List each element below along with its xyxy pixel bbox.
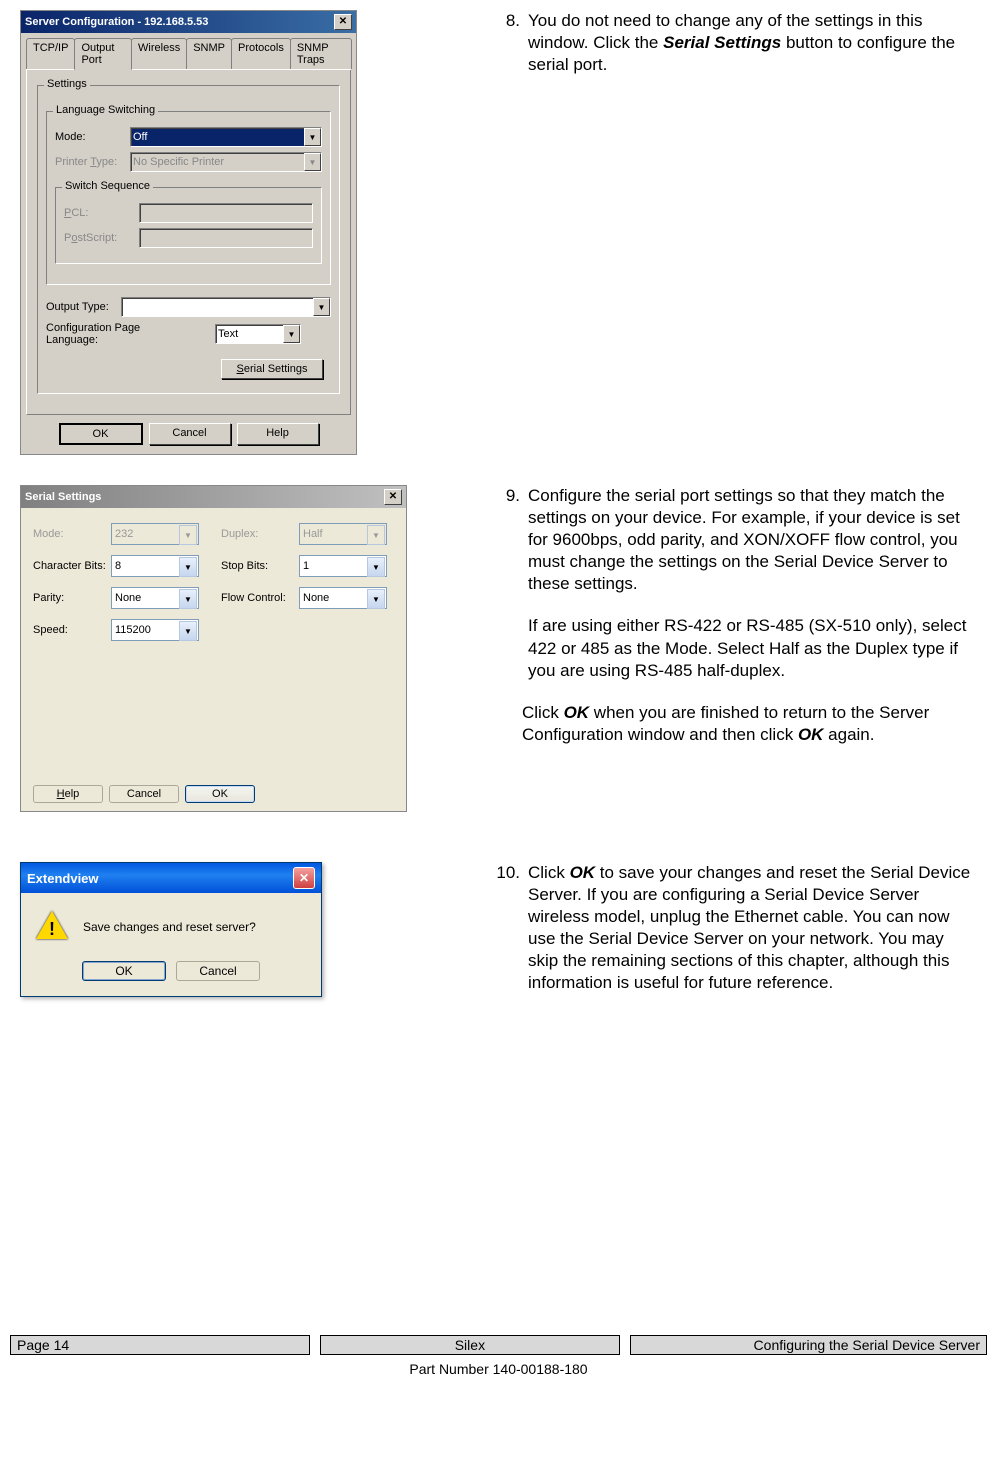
cancel-button[interactable]: Cancel [149,423,231,445]
close-icon[interactable]: ✕ [334,14,352,30]
postscript-label: PostScript: [64,232,139,244]
postscript-input [139,228,313,248]
chevron-down-icon[interactable]: ▼ [179,621,197,641]
tab-protocols[interactable]: Protocols [231,38,291,69]
dialog-title: Server Configuration - 192.168.5.53 [25,16,208,28]
step-9-p3: Click OK when you are finished to return… [522,702,977,746]
printer-type-label: Printer Type: [55,156,130,168]
stop-bits-label: Stop Bits: [221,560,299,572]
serial-settings-button[interactable]: Serial Settings [221,359,323,379]
step-text: Configure the serial port settings so th… [528,485,977,595]
cancel-button[interactable]: Cancel [109,785,179,803]
settings-fieldset: Settings Language Switching Mode: Off ▼ [37,85,340,394]
step-8: 8. You do not need to change any of the … [492,10,977,76]
chevron-down-icon[interactable]: ▼ [313,298,330,316]
chevron-down-icon: ▼ [179,525,197,545]
lang-switch-legend: Language Switching [53,104,158,116]
dialog-message: Save changes and reset server? [83,920,256,934]
mode-dropdown: 232 ▼ [111,523,199,545]
warning-icon: ! [36,911,68,943]
parity-label: Parity: [33,592,111,604]
title-bar: Extendview ✕ [21,863,321,893]
chevron-down-icon: ▼ [304,153,321,171]
lang-switch-fieldset: Language Switching Mode: Off ▼ Prin [46,111,331,285]
tab-tcpip[interactable]: TCP/IP [26,38,75,69]
chevron-down-icon: ▼ [367,525,385,545]
chevron-down-icon[interactable]: ▼ [367,589,385,609]
flow-control-label: Flow Control: [221,592,299,604]
config-lang-dropdown[interactable]: Text ▼ [215,324,301,344]
tab-strip: TCP/IP Output Port Wireless SNMP Protoco… [26,38,351,70]
footer-part-number: Part Number 140-00188-180 [10,1361,987,1377]
speed-label: Speed: [33,624,111,636]
speed-dropdown[interactable]: 115200 ▼ [111,619,199,641]
pcl-label: PCL: [64,207,139,219]
help-button[interactable]: Help [237,423,319,445]
footer-company: Silex [320,1335,620,1355]
tab-snmp[interactable]: SNMP [186,38,232,69]
config-lang-label: Configuration Page Language: [46,322,186,346]
stop-bits-dropdown[interactable]: 1 ▼ [299,555,387,577]
step-text: Click OK to save your changes and reset … [528,862,977,995]
char-bits-dropdown[interactable]: 8 ▼ [111,555,199,577]
switch-seq-legend: Switch Sequence [62,180,153,192]
step-10: 10. Click OK to save your changes and re… [492,862,977,995]
switch-seq-fieldset: Switch Sequence PCL: PostScript: [55,187,322,264]
close-icon[interactable]: ✕ [293,867,315,889]
ok-button[interactable]: OK [82,961,166,981]
footer-section-title: Configuring the Serial Device Server [630,1335,987,1355]
step-text: You do not need to change any of the set… [528,10,977,76]
parity-dropdown[interactable]: None ▼ [111,587,199,609]
title-bar: Serial Settings ✕ [21,486,406,508]
chevron-down-icon[interactable]: ▼ [283,325,300,343]
chevron-down-icon[interactable]: ▼ [367,557,385,577]
char-bits-label: Character Bits: [33,560,111,572]
mode-label: Mode: [55,131,130,143]
step-9-p2: If are using either RS-422 or RS-485 (SX… [528,615,977,681]
settings-legend: Settings [44,78,90,90]
pcl-input [139,203,313,223]
step-9: 9. Configure the serial port settings so… [492,485,977,595]
dialog-title: Serial Settings [25,491,101,503]
cancel-button[interactable]: Cancel [176,961,260,981]
chevron-down-icon[interactable]: ▼ [179,557,197,577]
printer-type-dropdown: No Specific Printer ▼ [130,152,322,172]
server-config-dialog: Server Configuration - 192.168.5.53 ✕ TC… [20,10,357,455]
output-type-label: Output Type: [46,301,121,313]
tab-output-port[interactable]: Output Port [74,38,132,70]
mode-dropdown[interactable]: Off ▼ [130,127,322,147]
tab-snmp-traps[interactable]: SNMP Traps [290,38,352,69]
chevron-down-icon[interactable]: ▼ [304,128,321,146]
close-icon[interactable]: ✕ [384,489,402,505]
help-button[interactable]: Help [33,785,103,803]
step-number: 10. [492,862,528,995]
footer-page-number: Page 14 [10,1335,310,1355]
output-type-dropdown[interactable]: ▼ [121,297,331,317]
ok-button[interactable]: OK [185,785,255,803]
page-footer: Page 14 Silex Configuring the Serial Dev… [0,1335,997,1377]
step-number: 8. [492,10,528,76]
flow-control-dropdown[interactable]: None ▼ [299,587,387,609]
title-bar: Server Configuration - 192.168.5.53 ✕ [21,11,356,33]
chevron-down-icon[interactable]: ▼ [179,589,197,609]
serial-settings-dialog: Serial Settings ✕ Mode: 232 ▼ [20,485,407,812]
dialog-title: Extendview [27,871,99,886]
duplex-label: Duplex: [221,528,299,540]
mode-label: Mode: [33,528,111,540]
tab-wireless[interactable]: Wireless [131,38,187,69]
duplex-dropdown: Half ▼ [299,523,387,545]
extendview-dialog: Extendview ✕ ! Save changes and reset se… [20,862,322,997]
step-number: 9. [492,485,528,595]
ok-button[interactable]: OK [59,423,143,445]
